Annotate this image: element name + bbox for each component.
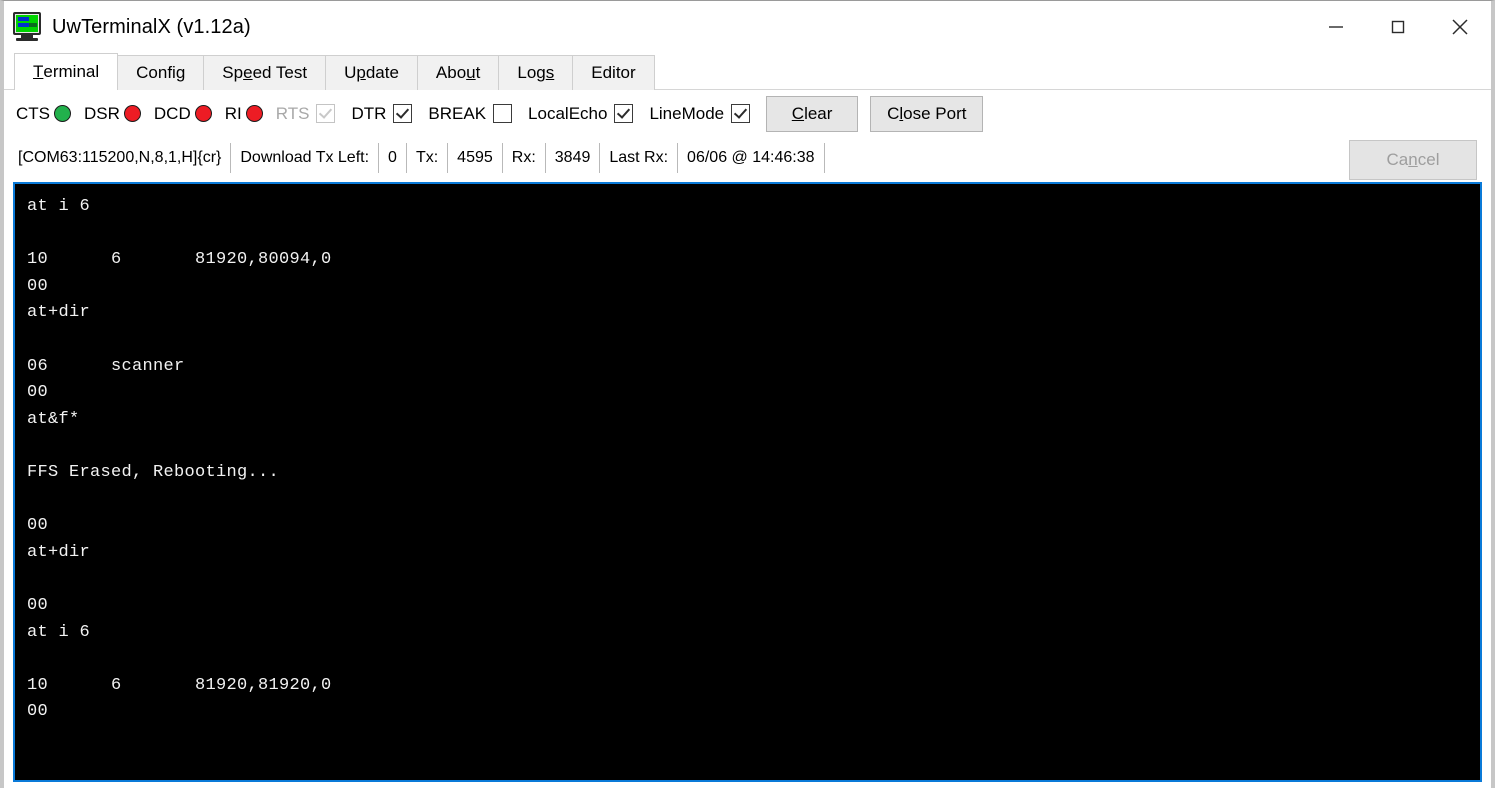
checkbox-dtr-box[interactable] xyxy=(393,104,413,123)
checkbox-rts: RTS xyxy=(276,104,336,124)
rx-label: Rx: xyxy=(511,149,536,166)
close-icon[interactable] xyxy=(1429,1,1491,53)
terminal-toolbar: CTS DSR DCD RI RTS DTR BREAK LocalEcho L… xyxy=(4,90,1491,180)
window-title: UwTerminalX (v1.12a) xyxy=(52,15,251,38)
cancel-button-wrap: Ca n cel xyxy=(1349,140,1477,180)
tab-bar: Terminal Confi g Sp e ed Test Up date Abo u t … xyxy=(4,53,1491,90)
checkbox-break-box[interactable] xyxy=(493,104,513,123)
tx-value: 4595 xyxy=(457,149,493,166)
checkbox-localecho[interactable]: LocalEcho xyxy=(528,103,634,124)
tab-logs[interactable]: Log s xyxy=(498,55,574,90)
terminal-output-area[interactable]: at i 6 10 6 81920,80094,0 00 at+dir 06 s… xyxy=(13,182,1482,782)
cancel-button[interactable]: Ca n cel xyxy=(1349,140,1477,180)
checkbox-localecho-label: LocalEcho xyxy=(528,103,608,123)
terminal-text[interactable]: at i 6 10 6 81920,80094,0 00 at+dir 06 s… xyxy=(15,184,1480,726)
signal-cts: CTS xyxy=(16,104,71,124)
cts-led-icon xyxy=(54,105,71,122)
checkbox-rts-label: RTS xyxy=(275,103,310,123)
checkbox-dtr-label: DTR xyxy=(351,103,387,123)
crt-monitor-icon xyxy=(12,12,42,42)
maximize-icon[interactable] xyxy=(1367,1,1429,53)
last-rx-label: Last Rx: xyxy=(609,149,669,166)
tx-label: Tx: xyxy=(415,149,439,166)
port-settings-text: [COM63:115200,N,8,1,H]{cr} xyxy=(18,149,222,166)
application-window: UwTerminalX (v1.12a) Terminal Confi g Sp e… xyxy=(0,0,1495,788)
rx-value: 3849 xyxy=(554,149,591,166)
signal-cts-label: CTS xyxy=(16,103,50,123)
last-rx-value: 06/06 @ 14:46:38 xyxy=(687,149,815,166)
tab-about[interactable]: Abo u t xyxy=(416,55,500,90)
download-tx-left-label: Download Tx Left: xyxy=(240,149,370,166)
checkbox-dtr[interactable]: DTR xyxy=(351,103,413,124)
checkbox-rts-box xyxy=(316,104,336,123)
window-controls xyxy=(1305,1,1491,53)
signal-ri: RI xyxy=(225,104,263,124)
checkbox-linemode-box[interactable] xyxy=(731,104,751,123)
status-bar: [COM63:115200,N,8,1,H]{cr} Download Tx L… xyxy=(16,137,1491,180)
signal-dcd: DCD xyxy=(154,104,212,124)
download-tx-left-value: 0 xyxy=(388,149,397,166)
checkbox-linemode-label: LineMode xyxy=(649,103,725,123)
tab-speed-test[interactable]: Sp e ed Test xyxy=(203,55,327,90)
control-signal-row: CTS DSR DCD RI RTS DTR BREAK LocalEcho L… xyxy=(16,90,1491,137)
tab-editor[interactable]: Editor xyxy=(572,55,655,90)
close-port-button[interactable]: Cl ose Port xyxy=(870,95,984,132)
title-bar: UwTerminalX (v1.12a) xyxy=(4,1,1491,53)
checkbox-break[interactable]: BREAK xyxy=(428,103,513,124)
tab-update[interactable]: Up date xyxy=(325,55,418,90)
dsr-led-icon xyxy=(123,105,141,122)
ri-led-icon xyxy=(245,105,263,122)
signal-ri-label: RI xyxy=(224,103,242,123)
signal-dsr-label: DSR xyxy=(84,103,120,123)
tab-terminal[interactable]: Terminal xyxy=(14,53,119,90)
checkbox-linemode[interactable]: LineMode xyxy=(649,103,751,124)
tab-config[interactable]: Confi g xyxy=(117,55,205,90)
status-divider xyxy=(823,143,825,173)
signal-dcd-label: DCD xyxy=(153,103,191,123)
dcd-led-icon xyxy=(194,105,212,122)
checkbox-localecho-box[interactable] xyxy=(614,104,634,123)
signal-dsr: DSR xyxy=(84,104,141,124)
clear-button[interactable]: Clear xyxy=(766,95,859,132)
checkbox-break-label: BREAK xyxy=(428,103,487,123)
minimize-icon[interactable] xyxy=(1305,1,1367,53)
